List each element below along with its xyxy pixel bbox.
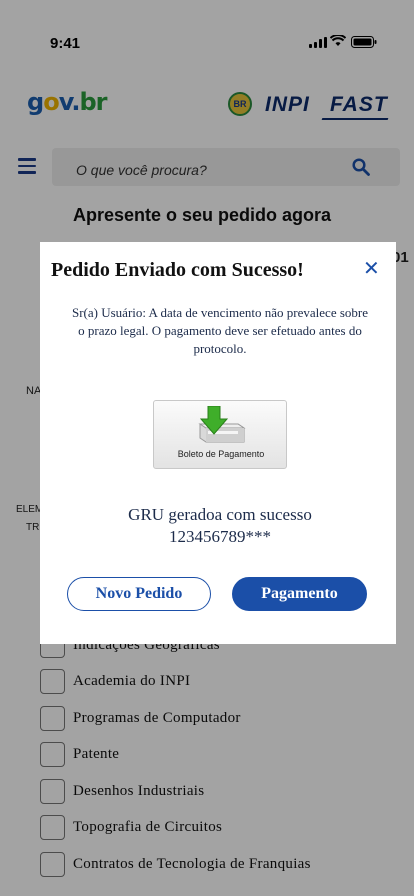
download-icon	[198, 406, 246, 443]
new-request-button[interactable]: Novo Pedido	[67, 577, 211, 611]
modal-title: Pedido Enviado com Sucesso!	[51, 259, 304, 281]
payment-button[interactable]: Pagamento	[232, 577, 367, 611]
gru-status-text: GRU geradoa com sucesso	[128, 505, 312, 524]
modal-message: Sr(a) Usuário: A data de vencimento não …	[72, 305, 368, 356]
gru-number: 123456789***	[169, 527, 271, 546]
gru-status: GRU geradoa com sucesso 123456789***	[70, 504, 370, 548]
close-icon[interactable]: ✕	[363, 259, 380, 279]
success-modal: Pedido Enviado com Sucesso! ✕ Sr(a) Usuá…	[40, 242, 396, 644]
boleto-label: Boleto de Pagamento	[177, 449, 265, 459]
boleto-download-button[interactable]: Boleto de Pagamento	[153, 400, 287, 469]
